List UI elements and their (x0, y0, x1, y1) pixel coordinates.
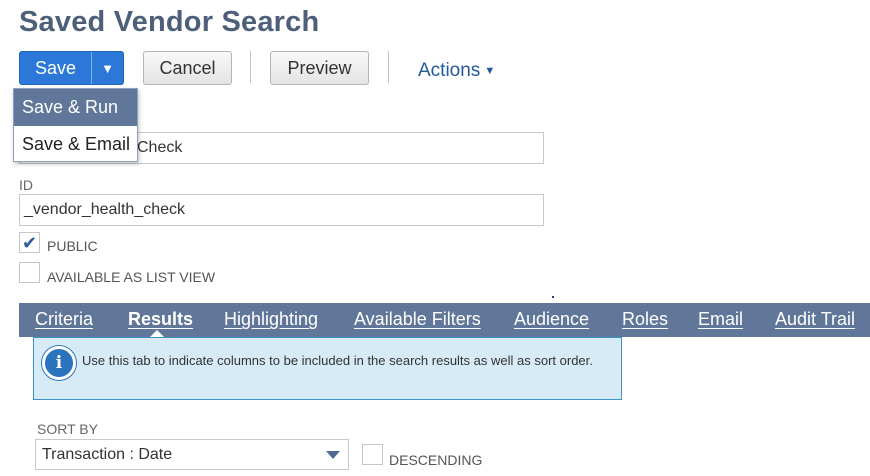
save-dropdown-menu: Save & Run Save & Email (13, 88, 138, 162)
tab-audit-trail[interactable]: Audit Trail (775, 309, 855, 330)
descending-label: DESCENDING (389, 452, 483, 468)
tab-available-filters[interactable]: Available Filters (354, 309, 481, 330)
info-message-text: Use this tab to indicate columns to be i… (82, 353, 593, 368)
save-button-group: Save ▼ (19, 51, 124, 85)
sort-by-select[interactable]: Transaction : Date (35, 439, 349, 470)
active-tab-pointer (150, 330, 164, 337)
cancel-button[interactable]: Cancel (143, 51, 232, 85)
subtab-bar: Criteria Results Highlighting Available … (19, 303, 870, 337)
sort-by-label: SORT BY (37, 421, 98, 437)
caret-down-icon: ▼ (484, 65, 496, 77)
tab-email[interactable]: Email (698, 309, 743, 330)
menu-item-save-and-run[interactable]: Save & Run (14, 89, 137, 126)
save-menu-arrow-icon[interactable]: ▼ (92, 52, 123, 84)
id-label: ID (19, 177, 33, 193)
public-label: PUBLIC (47, 238, 98, 254)
tab-highlighting[interactable]: Highlighting (224, 309, 318, 330)
info-icon: i (42, 346, 76, 380)
actions-label: Actions (418, 60, 481, 81)
checkmark-icon: ✔ (21, 232, 38, 253)
chevron-down-icon (326, 451, 340, 459)
sort-by-value: Transaction : Date (42, 445, 173, 463)
public-checkbox[interactable]: ✔ (19, 232, 40, 253)
save-button[interactable]: Save (20, 52, 92, 84)
tab-results[interactable]: Results (128, 309, 193, 330)
actions-menu[interactable]: Actions ▼ (418, 60, 495, 82)
id-field[interactable]: _vendor_health_check (19, 194, 544, 226)
preview-button[interactable]: Preview (270, 51, 369, 85)
descending-checkbox[interactable] (362, 444, 383, 465)
tab-audience[interactable]: Audience (514, 309, 589, 330)
list-view-checkbox[interactable] (19, 262, 40, 283)
tab-roles[interactable]: Roles (622, 309, 668, 330)
decorative-dot (552, 296, 554, 298)
info-message-box: i Use this tab to indicate columns to be… (33, 337, 622, 400)
menu-item-save-and-email[interactable]: Save & Email (14, 126, 137, 163)
list-view-label: AVAILABLE AS LIST VIEW (47, 269, 216, 285)
tab-criteria[interactable]: Criteria (35, 309, 93, 330)
toolbar-divider (388, 51, 389, 83)
page-title: Saved Vendor Search (19, 6, 320, 38)
toolbar-divider (250, 51, 251, 83)
